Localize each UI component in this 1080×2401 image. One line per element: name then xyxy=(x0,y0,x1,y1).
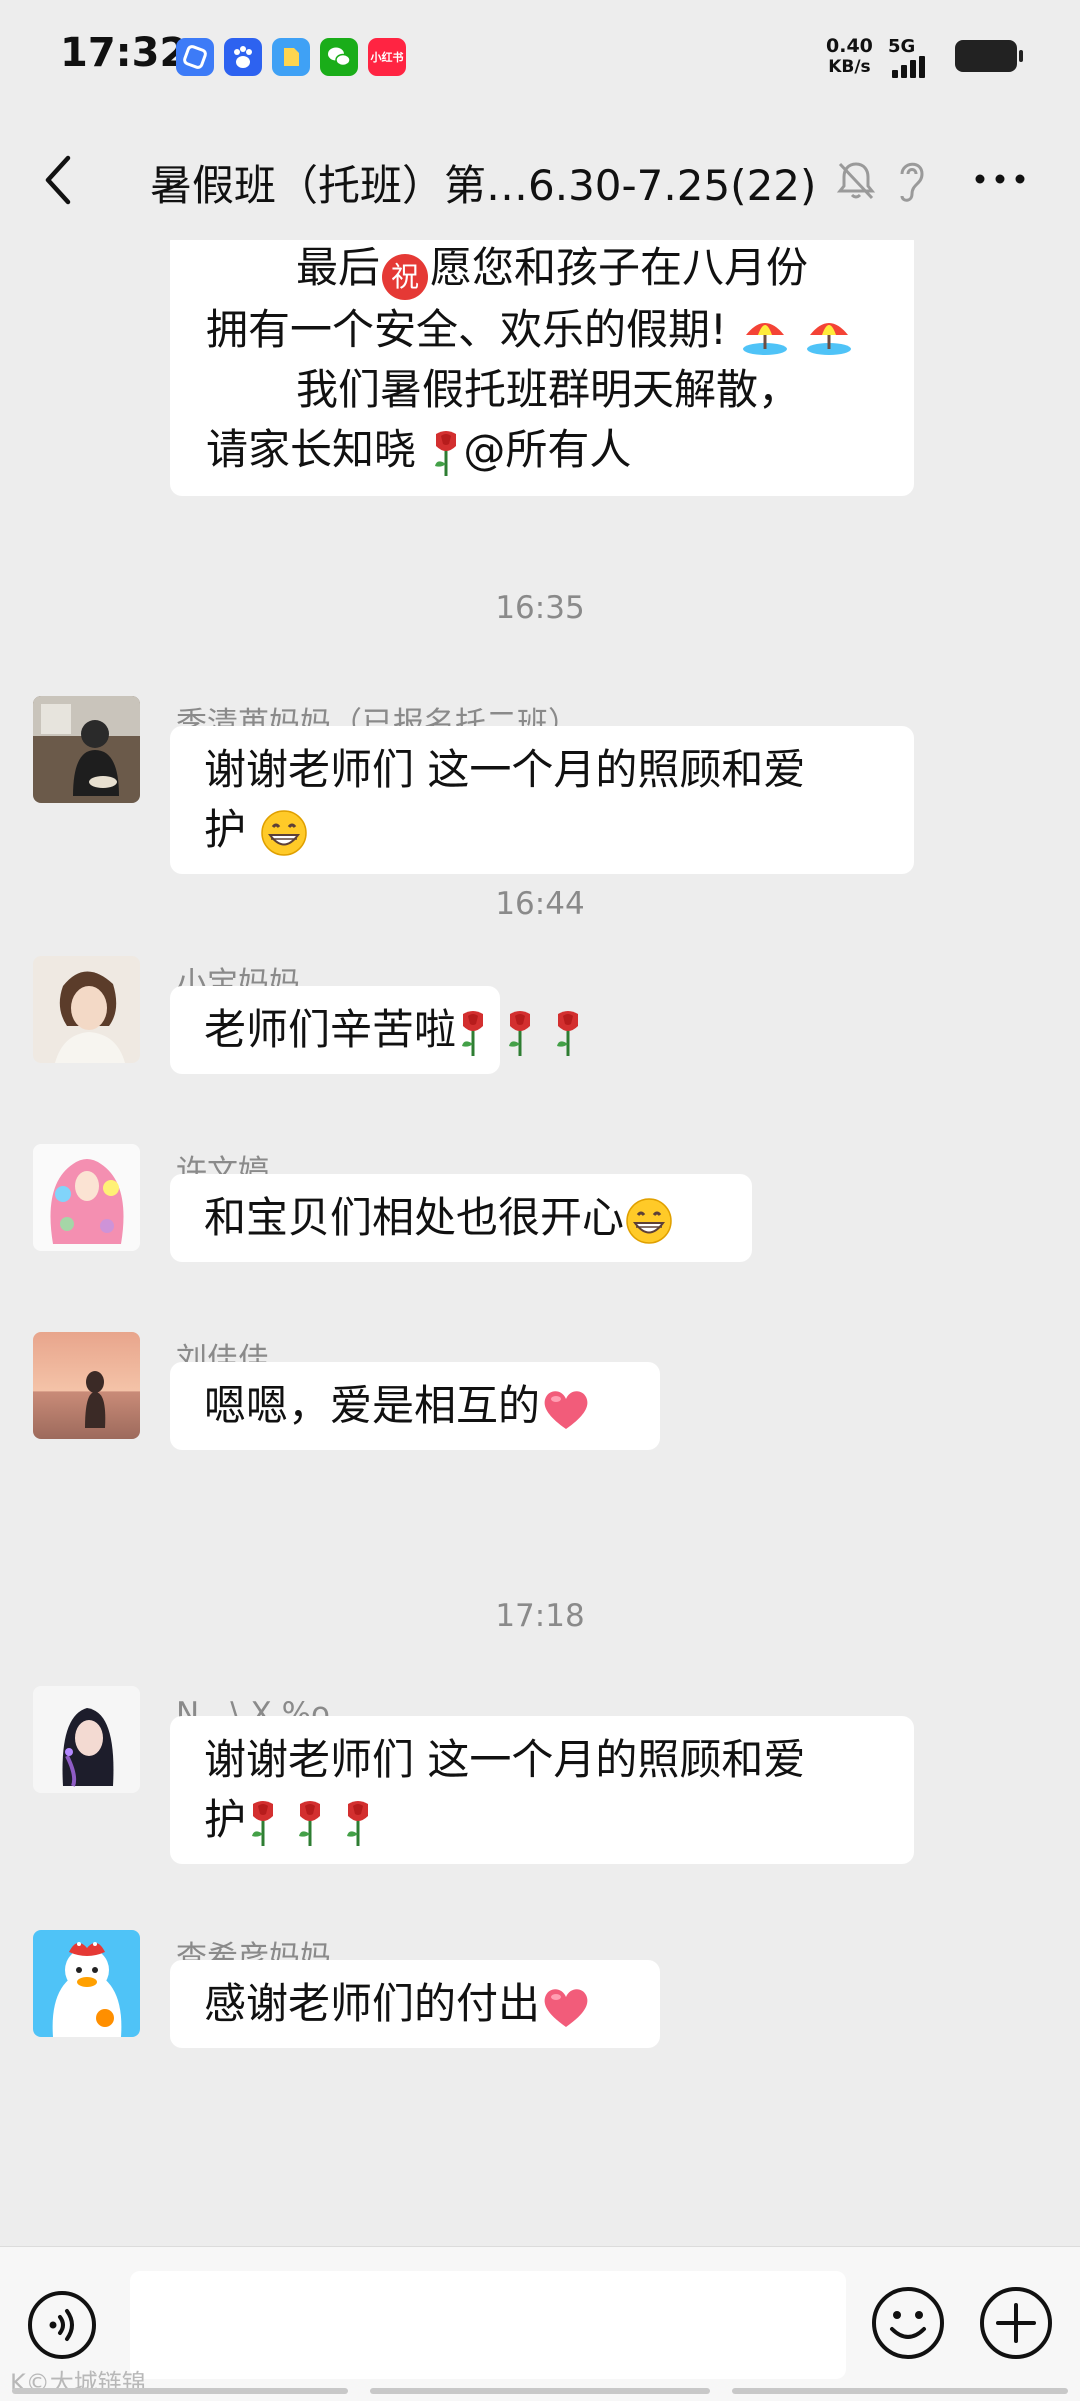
net-speed-value: 0.40 xyxy=(826,35,873,57)
timestamp: 16:44 xyxy=(495,886,585,922)
heart-emoji-icon xyxy=(544,1988,588,2027)
rose-emoji-icon xyxy=(509,1010,531,1056)
grinning-emoji-icon xyxy=(626,1197,672,1244)
home-indicator xyxy=(370,2388,710,2394)
network-type: 5G xyxy=(888,36,916,57)
battery-icon xyxy=(955,40,1023,72)
files-icon xyxy=(272,38,310,76)
input-bar: K©大城链锦 xyxy=(0,2246,1080,2401)
message-input[interactable] xyxy=(130,2271,846,2379)
wechat-icon xyxy=(320,38,358,76)
rose-emoji-icon xyxy=(346,1800,368,1846)
message-line: 最后祝愿您和孩子在八月份 xyxy=(206,240,880,300)
mute-bell-icon xyxy=(836,162,876,200)
zhu-emoji-icon: 祝 xyxy=(382,254,429,300)
status-time: 17:32 xyxy=(60,30,188,76)
plus-icon[interactable] xyxy=(978,2285,1054,2361)
voice-input-icon[interactable] xyxy=(26,2289,98,2361)
avatar[interactable] xyxy=(33,1686,140,1793)
emoji-icon[interactable] xyxy=(870,2285,946,2361)
message-bubble[interactable]: 和宝贝们相处也很开心 xyxy=(170,1174,752,1262)
rose-emoji-icon xyxy=(462,1010,484,1056)
avatar[interactable] xyxy=(33,1930,140,2037)
message-line: 谢谢老师们 这一个月的照顾和爱 xyxy=(204,745,806,794)
message-line: 护 xyxy=(204,800,880,860)
grinning-emoji-icon xyxy=(261,809,308,856)
message-line: 护 xyxy=(204,1790,880,1850)
message-list[interactable]: 最后祝愿您和孩子在八月份 拥有一个安全、欢乐的假期! 我们暑假托班群明天解散， … xyxy=(0,240,1080,2246)
message-bubble[interactable]: 谢谢老师们 这一个月的照顾和爱 护 xyxy=(170,726,914,874)
message-bubble[interactable]: 老师们辛苦啦 xyxy=(170,986,578,1074)
message-line: 我们暑假托班群明天解散， xyxy=(296,365,801,414)
chat-header: 暑假班（托班）第…6.30-7.25(22) xyxy=(0,118,1080,240)
home-indicator xyxy=(732,2388,1068,2394)
net-speed-unit: KB/s xyxy=(828,57,871,77)
message-line: 拥有一个安全、欢乐的假期! xyxy=(206,300,880,360)
baidu-icon xyxy=(224,38,262,76)
message-bubble[interactable]: 谢谢老师们 这一个月的照顾和爱 护 xyxy=(170,1716,914,1864)
avatar[interactable] xyxy=(33,1144,140,1251)
notification-icons: 小红书 xyxy=(176,38,406,76)
beach-umbrella-emoji-icon xyxy=(743,322,788,355)
net-speed: 0.40 KB/s xyxy=(826,36,873,78)
xiaohongshu-icon: 小红书 xyxy=(368,38,406,76)
timestamp: 17:18 xyxy=(495,1598,585,1634)
rose-emoji-icon xyxy=(252,1800,274,1846)
message-line: 嗯嗯，爱是相互的 xyxy=(204,1376,626,1436)
rose-emoji-icon xyxy=(556,1010,578,1056)
message-line: 谢谢老师们 这一个月的照顾和爱 xyxy=(204,1735,806,1784)
chat-title: 暑假班（托班）第…6.30-7.25(22) xyxy=(150,161,817,210)
earpiece-mode-icon xyxy=(900,162,924,202)
more-options-icon[interactable] xyxy=(970,164,1030,194)
message-line: 请家长知晓 @所有人 xyxy=(206,420,880,480)
status-bar: 17:32 小红书 0.40 KB/s 5G xyxy=(0,0,1080,118)
rose-emoji-icon xyxy=(299,1800,321,1846)
browser-icon xyxy=(176,38,214,76)
message-line: 和宝贝们相处也很开心 xyxy=(204,1188,718,1248)
signal-icon xyxy=(892,56,925,78)
message-bubble[interactable]: 嗯嗯，爱是相互的 xyxy=(170,1362,660,1450)
message-line: 老师们辛苦啦 xyxy=(204,1000,578,1060)
avatar[interactable] xyxy=(33,956,140,1063)
home-indicator xyxy=(12,2388,348,2394)
message-bubble[interactable]: 感谢老师们的付出 xyxy=(170,1960,660,2048)
rose-emoji-icon xyxy=(435,430,457,476)
heart-emoji-icon xyxy=(544,1390,588,1429)
message-line: 感谢老师们的付出 xyxy=(204,1974,626,2034)
message-bubble[interactable]: 最后祝愿您和孩子在八月份 拥有一个安全、欢乐的假期! 我们暑假托班群明天解散， … xyxy=(170,240,914,496)
avatar[interactable] xyxy=(33,696,140,803)
timestamp: 16:35 xyxy=(495,590,585,626)
beach-umbrella-emoji-icon xyxy=(806,322,851,355)
back-icon[interactable] xyxy=(38,152,78,208)
avatar[interactable] xyxy=(33,1332,140,1439)
